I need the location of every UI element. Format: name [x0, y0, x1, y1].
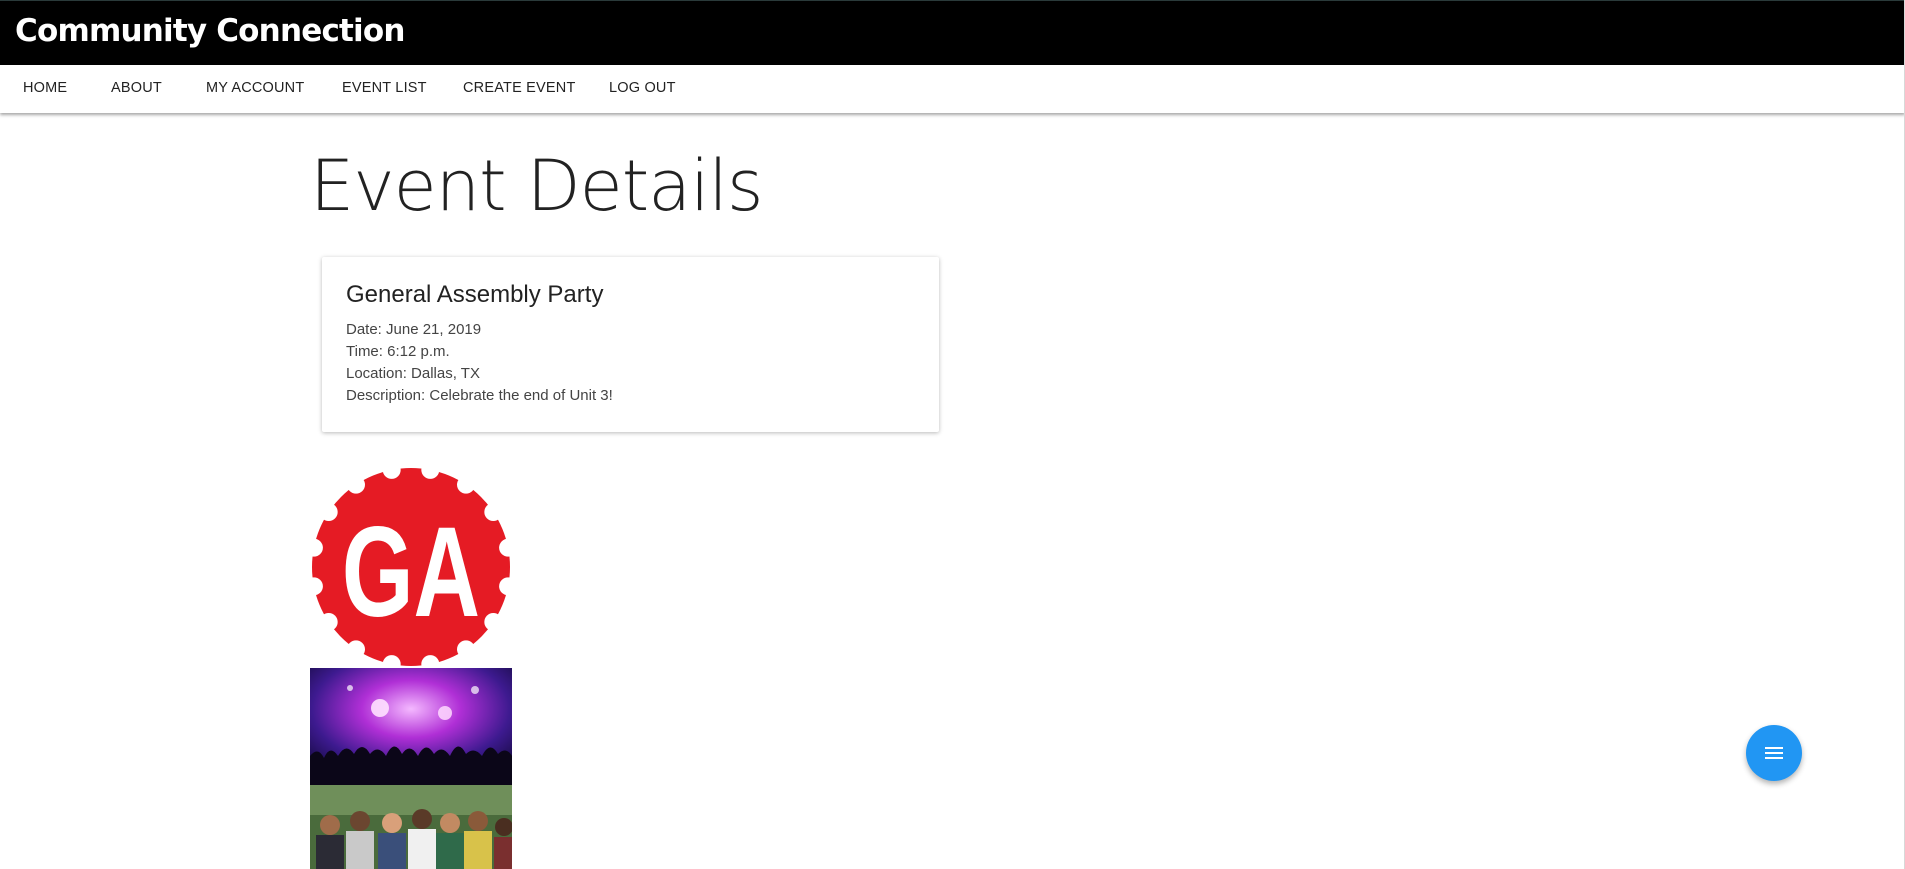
ga-logo-notch — [484, 502, 503, 521]
app-bar: Community Connection — [0, 0, 1905, 65]
event-description: Description: Celebrate the end of Unit 3… — [346, 387, 613, 404]
event-card: General Assembly Party Date: June 21, 20… — [322, 257, 939, 432]
menu-fab-button[interactable] — [1746, 725, 1802, 781]
event-location: Location: Dallas, TX — [346, 365, 480, 382]
ga-logo-notch — [457, 475, 476, 494]
nav-item-about[interactable]: ABOUT — [111, 80, 162, 96]
nav-item-create-event[interactable]: CREATE EVENT — [463, 80, 576, 96]
nav-item-my-account[interactable]: MY ACCOUNT — [206, 80, 304, 96]
ga-logo-image: GA — [310, 466, 512, 668]
nav-item-home[interactable]: HOME — [23, 80, 67, 96]
page-title: Event Details — [310, 145, 763, 227]
ga-logo-notch — [484, 613, 503, 632]
ga-logo-notch — [346, 475, 365, 494]
ga-logo-notch — [319, 613, 338, 632]
nav-bar: HOME ABOUT MY ACCOUNT EVENT LIST CREATE … — [0, 65, 1905, 113]
ga-logo-notch — [319, 502, 338, 521]
party-photo — [310, 668, 512, 785]
menu-icon — [1765, 747, 1783, 759]
group-photo — [310, 785, 512, 869]
event-date: Date: June 21, 2019 — [346, 321, 482, 338]
nav-item-log-out[interactable]: LOG OUT — [609, 80, 676, 96]
event-name: General Assembly Party — [346, 281, 604, 308]
app-title[interactable]: Community Connection — [15, 13, 405, 49]
ga-logo-text: GA — [342, 500, 480, 643]
nav-item-event-list[interactable]: EVENT LIST — [342, 80, 427, 96]
event-time: Time: 6:12 p.m. — [346, 343, 450, 360]
